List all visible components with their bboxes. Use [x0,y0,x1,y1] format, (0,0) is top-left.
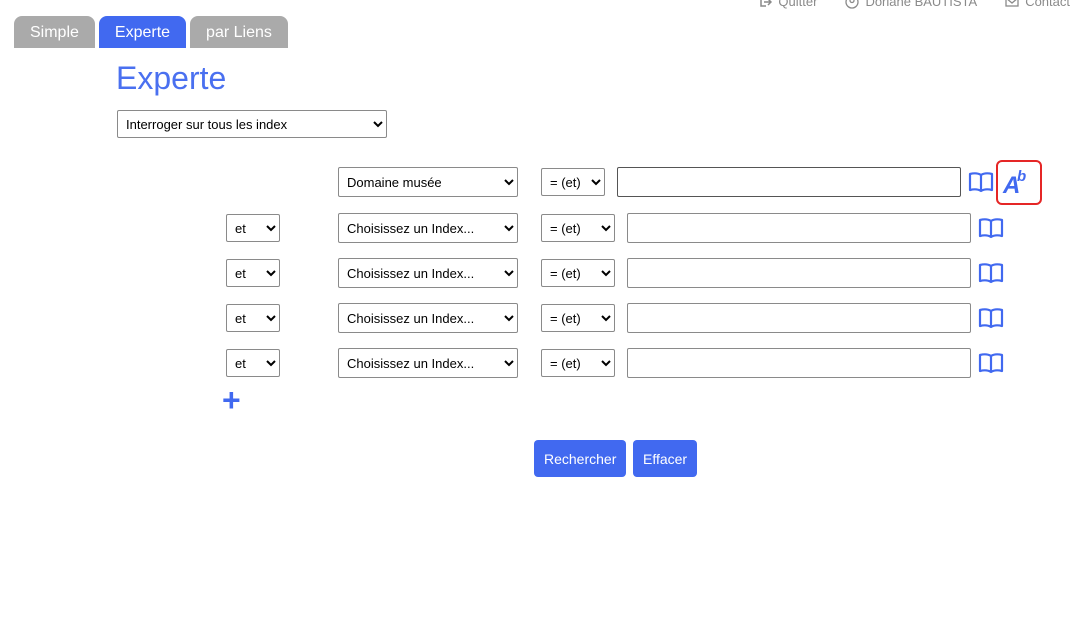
operator-select[interactable]: et [226,304,280,332]
quit-link[interactable]: Quitter [758,0,817,9]
search-mode-tabs: Simple Experte par Liens [14,16,288,48]
user-name: Doriane BAUTISTA [865,0,978,9]
search-value-input[interactable] [627,258,971,288]
contact-label: Contact [1025,0,1070,9]
search-value-input[interactable] [627,213,971,243]
book-icon[interactable] [968,170,994,194]
criteria-row: Domaine musée = (et) [0,167,1086,197]
contact-link[interactable]: Contact [1005,0,1070,9]
tab-experte[interactable]: Experte [98,16,187,48]
operator-select[interactable]: et [226,214,280,242]
case-superscript: b [1017,168,1027,185]
index-scope-select[interactable]: Interroger sur tous les index [117,110,387,138]
clear-button[interactable]: Effacer [633,440,698,477]
book-icon[interactable] [978,306,1004,330]
index-select[interactable]: Domaine musée [338,167,518,197]
search-value-input[interactable] [627,303,971,333]
index-select[interactable]: Choisissez un Index... [338,213,518,243]
comparator-select[interactable]: = (et) [541,304,615,332]
operator-select[interactable]: et [226,349,280,377]
logout-icon [760,0,773,7]
quit-label: Quitter [778,0,818,9]
comparator-select[interactable]: = (et) [541,168,605,196]
comparator-select[interactable]: = (et) [541,259,615,287]
book-icon[interactable] [978,351,1004,375]
add-row-icon[interactable]: + [222,384,241,416]
criteria-row: et Choisissez un Index... = (et) [0,258,1086,288]
comparator-select[interactable]: = (et) [541,349,615,377]
search-button[interactable]: Rechercher [534,440,627,477]
criteria-row: et Choisissez un Index... = (et) [0,213,1086,243]
tab-par-liens[interactable]: par Liens [190,16,288,48]
case-sensitive-button[interactable]: A b [996,160,1042,205]
index-select[interactable]: Choisissez un Index... [338,258,518,288]
book-icon[interactable] [978,216,1004,240]
criteria-row: et Choisissez un Index... = (et) [0,348,1086,378]
comparator-select[interactable]: = (et) [541,214,615,242]
index-select[interactable]: Choisissez un Index... [338,303,518,333]
page-title: Experte [116,60,227,96]
tab-simple[interactable]: Simple [14,16,95,48]
top-nav: Quitter Doriane BAUTISTA Contact [758,0,1070,9]
user-link[interactable]: Doriane BAUTISTA [845,0,977,9]
user-icon [845,0,860,9]
criteria-row: et Choisissez un Index... = (et) [0,303,1086,333]
operator-select[interactable]: et [226,259,280,287]
search-value-input[interactable] [617,167,961,197]
search-value-input[interactable] [627,348,971,378]
mail-icon [1005,0,1019,7]
index-select[interactable]: Choisissez un Index... [338,348,518,378]
book-icon[interactable] [978,261,1004,285]
